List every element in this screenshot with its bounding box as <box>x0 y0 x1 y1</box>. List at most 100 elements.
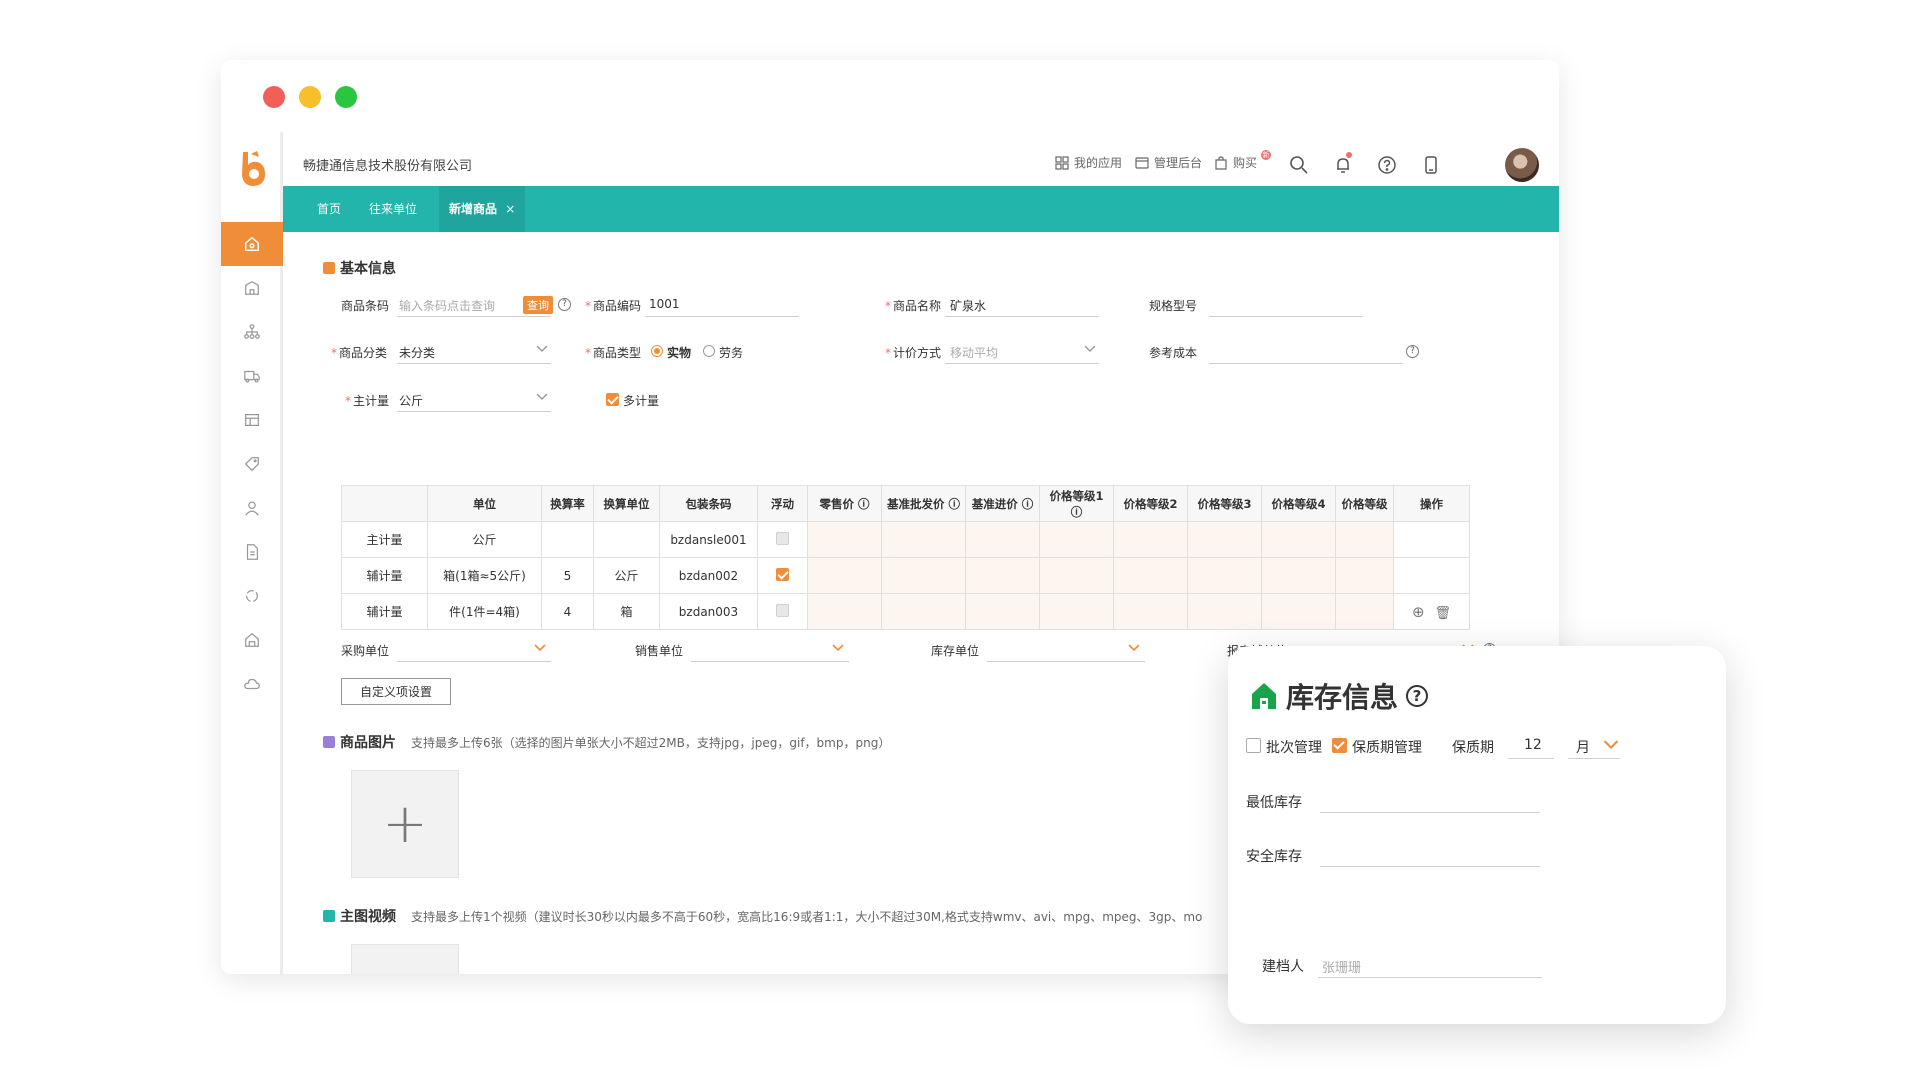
custom-fields-button[interactable]: 自定义项设置 <box>341 678 452 705</box>
row-rate[interactable] <box>541 521 594 558</box>
close-window-button[interactable] <box>263 86 285 108</box>
code-input[interactable]: 1001 <box>649 297 680 311</box>
name-input[interactable]: 矿泉水 <box>950 297 986 314</box>
shelf-mgmt-checkbox[interactable] <box>1332 738 1347 753</box>
refcost-help-icon[interactable]: ? <box>1406 345 1419 358</box>
price-cell[interactable] <box>807 593 882 630</box>
price-cell[interactable] <box>1261 521 1336 558</box>
shelf-life-input[interactable]: 12 <box>1524 737 1542 753</box>
price-cell[interactable] <box>965 557 1040 594</box>
price-cell[interactable] <box>881 557 966 594</box>
sales-unit-label: 销售单位 <box>635 644 684 658</box>
creator-input[interactable]: 张珊珊 <box>1322 957 1361 976</box>
float-checkbox[interactable] <box>776 603 789 617</box>
price-cell[interactable] <box>1113 521 1188 558</box>
query-button[interactable]: 查询 <box>523 296 553 314</box>
help-icon[interactable]: ⓘ <box>944 497 960 511</box>
float-checkbox[interactable] <box>776 531 789 545</box>
type-radio-physical[interactable] <box>651 345 663 357</box>
price-cell[interactable] <box>1187 593 1262 630</box>
row-conv[interactable]: 箱 <box>593 593 660 630</box>
price-cell[interactable] <box>1187 557 1262 594</box>
row-rate[interactable]: 5 <box>541 557 594 594</box>
delete-row-icon[interactable]: 🗑 <box>1434 606 1451 621</box>
sidebar-item-org[interactable] <box>221 310 283 354</box>
price-cell[interactable] <box>881 593 966 630</box>
safe-stock-input[interactable] <box>1320 866 1540 867</box>
price-cell[interactable] <box>1261 557 1336 594</box>
sidebar-item-user[interactable] <box>221 486 283 530</box>
sidebar-item-home[interactable] <box>221 222 283 266</box>
row-conv[interactable]: 公斤 <box>593 557 660 594</box>
price-cell[interactable] <box>807 557 882 594</box>
sidebar-item-store[interactable] <box>221 266 283 310</box>
help-icon[interactable]: ⓘ <box>1018 497 1034 511</box>
price-cell[interactable] <box>1261 593 1336 630</box>
row-conv[interactable] <box>593 521 660 558</box>
search-icon[interactable] <box>1288 154 1310 176</box>
spec-input[interactable] <box>1209 316 1363 317</box>
avatar[interactable] <box>1505 148 1539 182</box>
category-select[interactable]: 未分类 <box>399 344 435 361</box>
main-unit-select[interactable]: 公斤 <box>399 392 423 409</box>
close-tab-icon[interactable]: × <box>505 202 515 216</box>
sidebar-item-cloud[interactable] <box>221 662 283 706</box>
help-icon[interactable] <box>1376 154 1398 176</box>
col-header-text: 价格等级1 <box>1049 488 1104 503</box>
sidebar-item-delivery[interactable] <box>221 354 283 398</box>
sidebar-item-table[interactable] <box>221 398 283 442</box>
stock-unit-select[interactable] <box>987 661 1145 662</box>
barcode-help-icon[interactable]: ? <box>558 298 571 311</box>
price-cell[interactable] <box>1187 521 1262 558</box>
sidebar-item-warehouse[interactable] <box>221 618 283 662</box>
video-upload-button[interactable]: + <box>351 944 459 974</box>
sales-unit-select[interactable] <box>691 661 849 662</box>
stock-help-icon[interactable]: ? <box>1406 685 1429 707</box>
price-cell[interactable] <box>1113 557 1188 594</box>
help-icon[interactable]: ⓘ <box>1071 505 1083 519</box>
admin-link[interactable]: 管理后台 <box>1134 154 1202 171</box>
price-cell[interactable] <box>1335 557 1394 594</box>
price-cell[interactable] <box>1335 521 1394 558</box>
row-unit[interactable]: 公斤 <box>427 521 542 558</box>
price-cell[interactable] <box>965 593 1040 630</box>
price-cell[interactable] <box>881 521 966 558</box>
minimize-window-button[interactable] <box>299 86 321 108</box>
tab-new-product[interactable]: 新增商品 × <box>439 186 526 232</box>
image-upload-button[interactable]: + <box>351 770 459 878</box>
min-stock-input[interactable] <box>1320 812 1540 813</box>
price-cell[interactable] <box>1039 593 1114 630</box>
price-cell[interactable] <box>1039 557 1114 594</box>
type-radio-service[interactable] <box>703 345 715 357</box>
pricing-select[interactable]: 移动平均 <box>950 344 998 361</box>
row-barcode[interactable]: bzdansle001 <box>659 521 758 558</box>
row-barcode[interactable]: bzdan002 <box>659 557 758 594</box>
mobile-icon[interactable] <box>1420 154 1442 176</box>
shelf-unit-select[interactable]: 月 <box>1576 737 1590 757</box>
price-cell[interactable] <box>1335 593 1394 630</box>
float-checkbox[interactable] <box>776 567 789 581</box>
price-cell[interactable] <box>965 521 1040 558</box>
tab-partners[interactable]: 往来单位 <box>369 186 417 232</box>
row-unit[interactable]: 箱(1箱≈5公斤) <box>427 557 542 594</box>
price-cell[interactable] <box>1113 593 1188 630</box>
row-rate[interactable]: 4 <box>541 593 594 630</box>
my-apps-link[interactable]: 我的应用 <box>1054 154 1122 171</box>
multi-unit-checkbox[interactable] <box>606 393 619 406</box>
buy-link[interactable]: 购买 <box>1213 154 1257 171</box>
refcost-input[interactable] <box>1209 363 1403 364</box>
sidebar-item-document[interactable] <box>221 530 283 574</box>
purchase-unit-select[interactable] <box>397 661 551 662</box>
row-barcode[interactable]: bzdan003 <box>659 593 758 630</box>
help-icon[interactable]: ⓘ <box>854 497 870 511</box>
tab-home[interactable]: 首页 <box>317 186 341 232</box>
sidebar-item-sync[interactable] <box>221 574 283 618</box>
maximize-window-button[interactable] <box>335 86 357 108</box>
row-unit[interactable]: 件(1件=4箱) <box>427 593 542 630</box>
batch-checkbox[interactable] <box>1246 738 1261 753</box>
barcode-input[interactable]: 输入条码点击查询 <box>399 297 495 314</box>
price-cell[interactable] <box>1039 521 1114 558</box>
price-cell[interactable] <box>807 521 882 558</box>
add-row-icon[interactable]: ⊕ <box>1412 603 1425 621</box>
sidebar-item-tag[interactable] <box>221 442 283 486</box>
